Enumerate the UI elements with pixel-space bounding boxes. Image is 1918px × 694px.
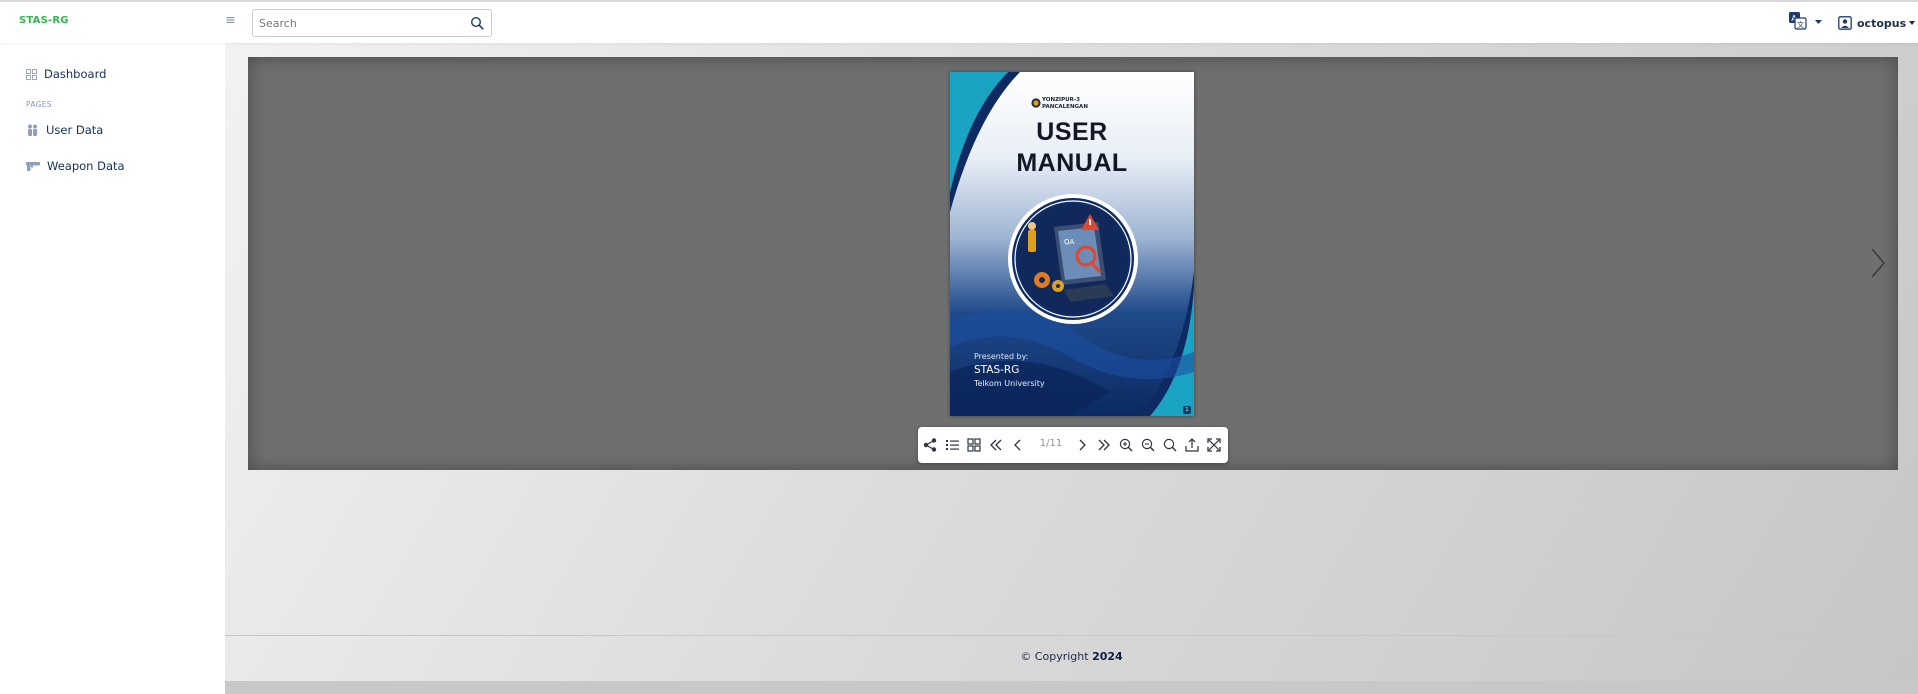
user-name: octopus bbox=[1857, 16, 1907, 30]
cover-institution: Telkom University bbox=[974, 379, 1045, 388]
chevron-down-icon bbox=[1909, 21, 1916, 25]
svg-text:文: 文 bbox=[1797, 20, 1804, 29]
sidebar: Dashboard PAGES User Data Weapon Data bbox=[0, 43, 225, 694]
cover-title-line2: MANUAL bbox=[1016, 149, 1128, 177]
search-icon[interactable] bbox=[470, 16, 484, 30]
users-icon bbox=[28, 124, 37, 136]
zoom-in-icon[interactable] bbox=[1118, 437, 1134, 453]
prev-page-icon[interactable] bbox=[1010, 437, 1026, 453]
organization-logo bbox=[1031, 98, 1041, 108]
last-page-icon[interactable] bbox=[1096, 437, 1112, 453]
fullscreen-icon[interactable] bbox=[1206, 437, 1222, 453]
main-content: YONZIPUR-3 PANCALENGAN USER MANUAL QA Pr… bbox=[225, 43, 1918, 694]
thumbnails-icon[interactable] bbox=[966, 437, 982, 453]
cover-presented-by: Presented by: bbox=[974, 352, 1029, 361]
language-switcher-button[interactable]: A 文 bbox=[1788, 11, 1824, 33]
share-icon[interactable] bbox=[922, 437, 938, 453]
cover-org-line1: YONZIPUR-3 bbox=[1042, 97, 1080, 103]
copyright-year: 2024 bbox=[1092, 650, 1123, 663]
search-input[interactable] bbox=[259, 15, 455, 31]
sidebar-item-label: Weapon Data bbox=[47, 159, 125, 173]
sidebar-item-label: User Data bbox=[46, 123, 104, 137]
download-icon[interactable] bbox=[1184, 437, 1200, 453]
toc-icon[interactable] bbox=[944, 437, 960, 453]
viewer-toolbar: 1/11 bbox=[918, 427, 1228, 463]
next-page-arrow-icon[interactable] bbox=[1870, 247, 1886, 279]
sidebar-item-weapon-data[interactable]: Weapon Data bbox=[26, 159, 125, 173]
svg-text:QA: QA bbox=[1064, 238, 1075, 246]
brand-logo[interactable]: STAS-RG bbox=[19, 15, 69, 26]
book-cover-page[interactable]: YONZIPUR-3 PANCALENGAN USER MANUAL QA Pr… bbox=[950, 72, 1194, 416]
qa-illustration-icon: QA bbox=[1008, 194, 1138, 324]
footer-divider bbox=[225, 635, 1918, 636]
user-menu-button[interactable]: octopus bbox=[1838, 12, 1916, 34]
next-page-icon[interactable] bbox=[1074, 437, 1090, 453]
cover-presenter: STAS-RG bbox=[974, 364, 1020, 376]
cover-org-line2: PANCALENGAN bbox=[1042, 104, 1088, 110]
first-page-icon[interactable] bbox=[988, 437, 1004, 453]
sidebar-item-dashboard[interactable]: Dashboard bbox=[26, 67, 106, 81]
flipbook-viewer[interactable]: YONZIPUR-3 PANCALENGAN USER MANUAL QA Pr… bbox=[248, 57, 1898, 470]
page-indicator[interactable]: 1/11 bbox=[1036, 438, 1066, 449]
translate-icon: A 文 bbox=[1789, 12, 1822, 30]
search-bar bbox=[252, 9, 492, 37]
sidebar-item-user-data[interactable]: User Data bbox=[26, 123, 103, 137]
footer-band bbox=[225, 681, 1918, 694]
page-number-badge: 1 bbox=[1183, 406, 1191, 414]
search-icon[interactable] bbox=[1162, 437, 1178, 453]
sidebar-section-heading: PAGES bbox=[26, 100, 52, 109]
cover-presented-block: Presented by: STAS-RG Telkom University bbox=[974, 352, 1045, 388]
cover-organization: YONZIPUR-3 PANCALENGAN bbox=[1042, 97, 1088, 111]
copyright-text: © Copyright bbox=[1020, 650, 1089, 663]
top-navbar: STAS-RG ≡ A 文 octopus bbox=[0, 0, 1918, 43]
user-avatar-icon bbox=[1838, 16, 1852, 30]
gun-icon bbox=[26, 161, 40, 171]
grid-icon bbox=[26, 68, 37, 80]
footer-copyright: © Copyright 2024 bbox=[225, 650, 1918, 663]
zoom-out-icon[interactable] bbox=[1140, 437, 1156, 453]
sidebar-item-label: Dashboard bbox=[44, 67, 107, 81]
cover-title-line1: USER bbox=[1036, 118, 1108, 146]
menu-toggle-icon[interactable]: ≡ bbox=[225, 14, 237, 28]
